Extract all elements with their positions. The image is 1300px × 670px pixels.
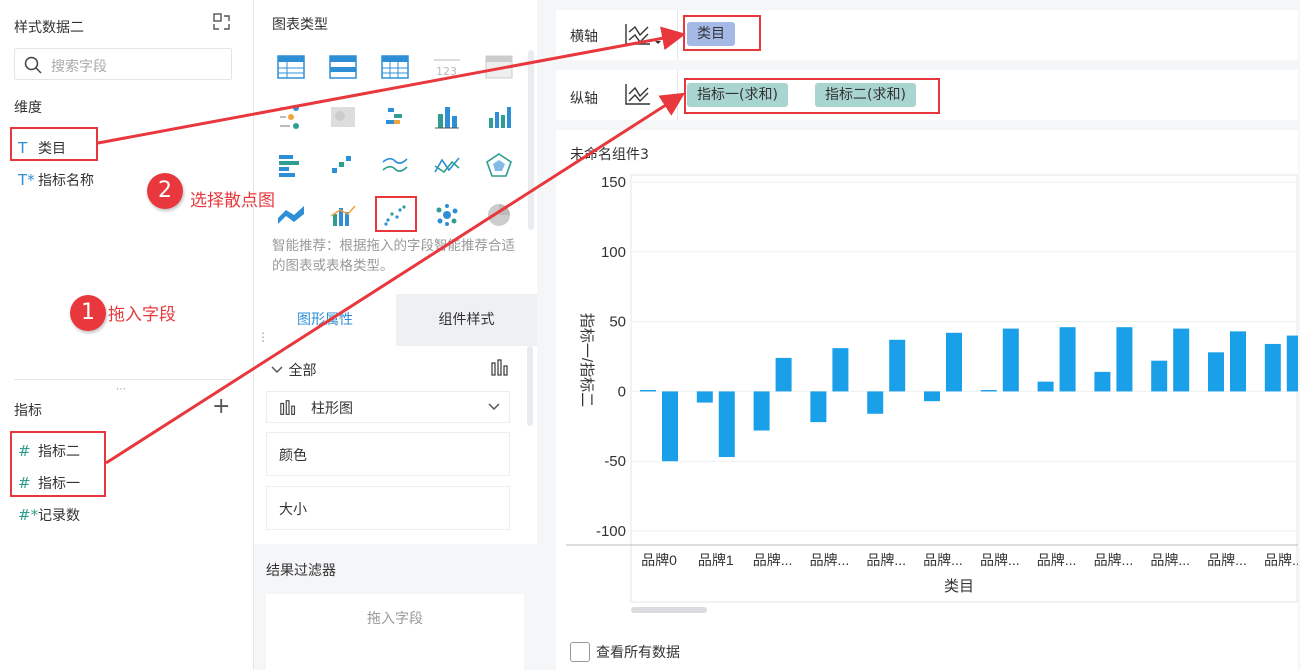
step2-badge: 2 bbox=[147, 173, 183, 209]
step2-text: 选择散点图 bbox=[190, 191, 275, 211]
step1-text: 拖入字段 bbox=[108, 305, 176, 325]
step1-badge: 1 bbox=[70, 295, 106, 331]
arrow-to-x-axis bbox=[97, 26, 686, 145]
annotation-arrows bbox=[97, 26, 686, 465]
arrow-to-y-axis bbox=[105, 92, 686, 465]
